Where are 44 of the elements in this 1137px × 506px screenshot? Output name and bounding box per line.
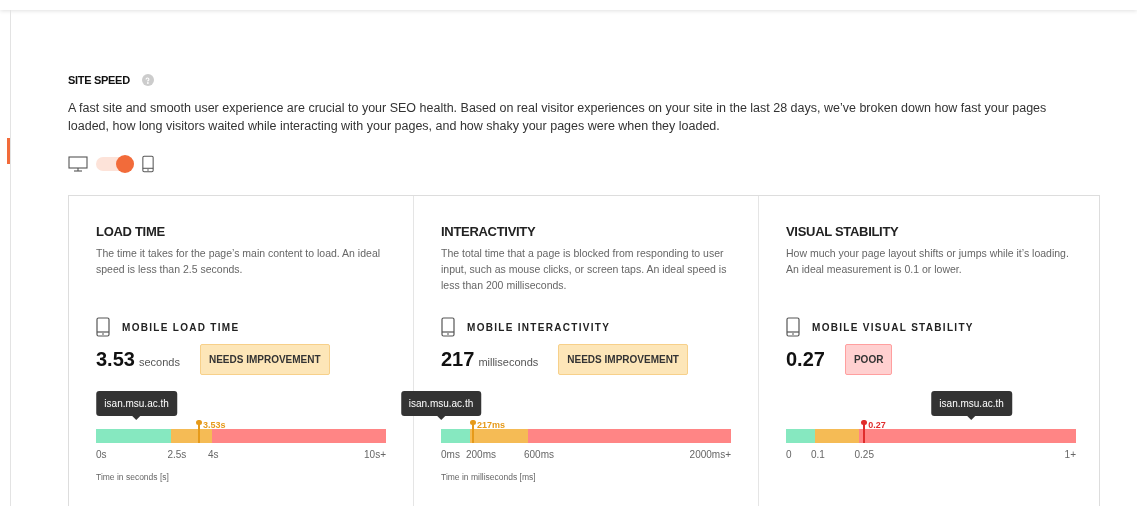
metric-subtitle: MOBILE LOAD TIME xyxy=(122,320,240,335)
axis-tick: 10s+ xyxy=(364,448,386,462)
metric-title: LOAD TIME xyxy=(96,222,166,241)
axis-label: Time in milliseconds [ms] xyxy=(441,471,537,484)
metric-description: How much your page layout shifts or jumps while it’s loading. An ideal measurement is 0.1 or lower. xyxy=(786,246,1070,277)
section-title: SITE SPEED xyxy=(68,73,130,88)
axis-tick: 0ms xyxy=(441,448,460,462)
mobile-icon xyxy=(786,317,800,337)
mobile-icon xyxy=(142,154,154,173)
axis-tick: 0.25 xyxy=(854,448,874,462)
metric-title: VISUAL STABILITY xyxy=(786,222,900,241)
axis-tick: 4s xyxy=(208,448,219,462)
section-description: A fast site and smooth user experience are crucial to your SEO health. Based on real visitor experiences on your site in the last 28 days, we’ve broken down how fast your pages loaded, how long visitors waited while interacting with your pages, and how shaky your pages were when they loaded. xyxy=(68,99,1048,135)
desktop-icon[interactable] xyxy=(68,155,88,172)
axis-tick: 1+ xyxy=(1064,448,1076,462)
axis-tick: 0s xyxy=(96,448,107,462)
status-badge: NEEDS IMPROVEMENT xyxy=(558,343,688,375)
axis-tick: 2000ms+ xyxy=(689,448,731,462)
device-toggle[interactable] xyxy=(96,156,134,171)
metric-unit: milliseconds xyxy=(478,355,539,370)
marker-label: 0.27 xyxy=(868,419,886,432)
metric-unit: seconds xyxy=(138,355,180,370)
axis-label: Time in seconds [s] xyxy=(96,471,170,484)
metric-value: 0.27 xyxy=(786,347,825,372)
metric-description: The total time that a page is blocked from responding to user input, such as mouse clicks, or screen taps. An ideal speed is less than 200 milliseconds. xyxy=(441,246,728,293)
metric-subtitle: MOBILE INTERACTIVITY xyxy=(467,320,611,335)
metric-value: 217 xyxy=(441,347,475,372)
metric-subtitle: MOBILE VISUAL STABILITY xyxy=(812,320,974,335)
metric-description: The time it takes for the page’s main content to load. An ideal speed is less than 2.5 seconds. xyxy=(96,246,382,277)
help-icon[interactable] xyxy=(141,74,154,87)
mobile-icon xyxy=(96,317,110,337)
axis-tick: 600ms xyxy=(524,448,554,462)
mobile-icon xyxy=(441,317,455,337)
axis-tick: 0.1 xyxy=(811,448,825,462)
axis-tick: 2.5s xyxy=(167,448,187,462)
status-badge: NEEDS IMPROVEMENT xyxy=(199,343,330,375)
active-indicator xyxy=(7,138,10,164)
axis-tick: 200ms xyxy=(466,448,496,462)
marker-label: 217ms xyxy=(476,419,505,432)
marker-label: 3.53s xyxy=(202,419,226,432)
metric-value: 3.53 xyxy=(96,347,135,372)
metric-title: INTERACTIVITY xyxy=(441,222,537,241)
status-badge: POOR xyxy=(844,343,893,375)
axis-tick: 0 xyxy=(786,448,792,462)
